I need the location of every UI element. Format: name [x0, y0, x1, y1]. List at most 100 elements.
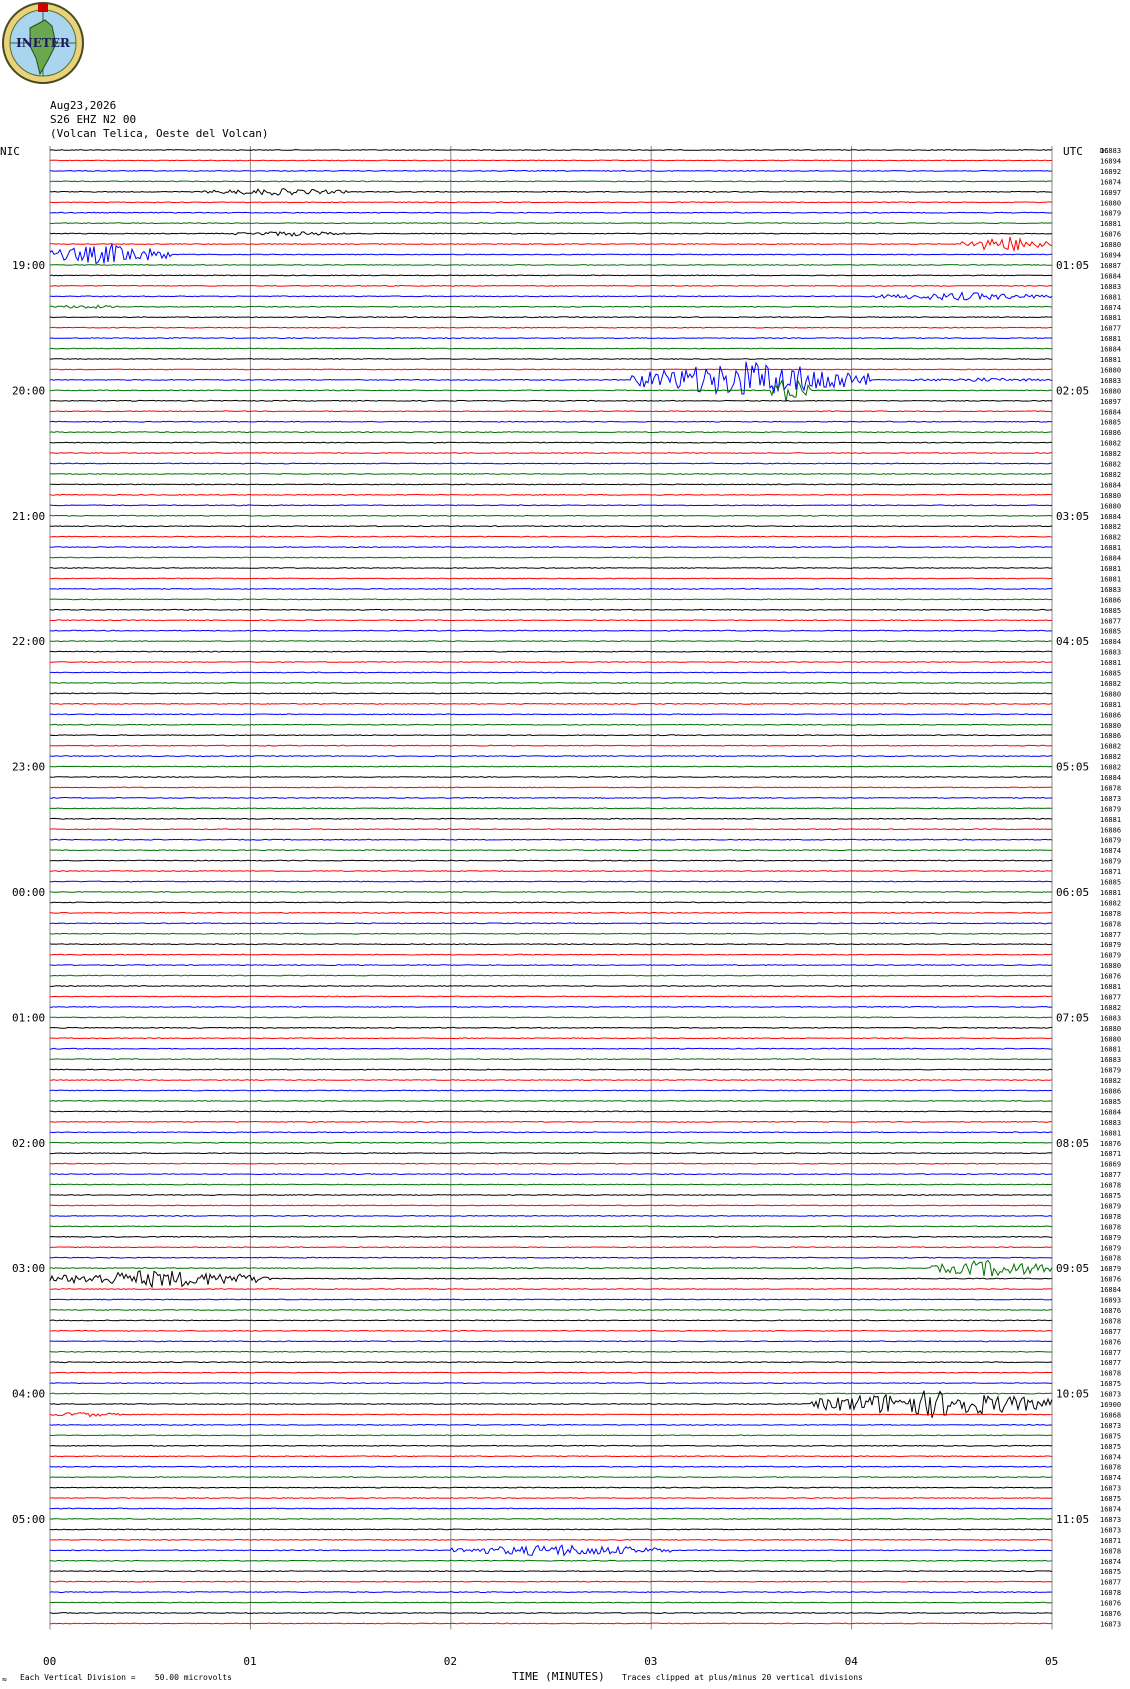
trace-40 [49, 567, 1053, 569]
trace-104 [49, 1235, 1052, 1238]
right-time-label: 10:05 [1056, 1388, 1089, 1401]
x-tick-label: 01 [243, 1655, 256, 1668]
trace-47 [49, 640, 1053, 643]
right-time-label: 03:05 [1056, 510, 1089, 523]
trace-15 [49, 304, 1053, 310]
dc-offset-90: 16886 [1100, 1088, 1121, 1096]
dc-offset-29: 16882 [1100, 450, 1121, 458]
dc-offset-124: 16875 [1100, 1443, 1121, 1451]
dc-offset-32: 16884 [1100, 481, 1121, 489]
left-time-label: 02:00 [12, 1137, 45, 1150]
dc-offset-71: 16881 [1100, 889, 1121, 897]
dc-offset-9: 16880 [1100, 241, 1121, 249]
seismogram-plot: 16883 16894 16892 16874 16897 16880 16879 16881… [0, 145, 1121, 1684]
dc-offset-119: 16873 [1100, 1391, 1121, 1399]
x-tick-label: 05 [1045, 1655, 1058, 1668]
trace-41 [49, 577, 1052, 580]
dc-offset-107: 16879 [1100, 1265, 1121, 1273]
dc-offset-94: 16881 [1100, 1129, 1121, 1137]
dc-offset-10: 16894 [1100, 252, 1121, 260]
dc-offset-133: 16871 [1100, 1537, 1121, 1545]
trace-28 [49, 441, 1053, 444]
dc-offset-48: 16883 [1100, 649, 1121, 657]
trace-4 [49, 188, 1052, 196]
dc-offset-138: 16878 [1100, 1589, 1121, 1597]
right-time-label: 04:05 [1056, 635, 1089, 648]
dc-offset-57: 16882 [1100, 743, 1121, 751]
trace-125 [49, 1455, 1053, 1458]
dc-offset-74: 16878 [1100, 920, 1121, 928]
dc-offset-78: 16880 [1100, 962, 1121, 970]
trace-139 [49, 1601, 1053, 1604]
dc-offset-70: 16885 [1100, 879, 1121, 887]
trace-135 [50, 1559, 1053, 1562]
dc-offset-18: 16881 [1100, 335, 1121, 343]
right-time-label: 11:05 [1056, 1513, 1089, 1526]
dc-offset-126: 16878 [1100, 1464, 1121, 1472]
trace-20 [49, 358, 1053, 360]
dc-offset-25: 16884 [1100, 408, 1121, 416]
dc-offset-12: 16884 [1100, 272, 1121, 280]
dc-offset-27: 16886 [1100, 429, 1121, 437]
trace-93 [49, 1120, 1053, 1123]
trace-55 [50, 723, 1053, 726]
trace-76 [49, 943, 1053, 946]
trace-108 [49, 1269, 1053, 1289]
dc-offset-104: 16879 [1100, 1234, 1121, 1242]
trace-98 [49, 1173, 1053, 1176]
trace-57 [49, 744, 1052, 747]
dc-offset-101: 16879 [1100, 1202, 1121, 1210]
trace-67 [49, 849, 1052, 852]
trace-18 [49, 337, 1053, 340]
trace-68 [49, 859, 1053, 862]
dc-offset-60: 16884 [1100, 774, 1121, 782]
dc-offset-80: 16881 [1100, 983, 1121, 991]
trace-24 [49, 399, 1053, 402]
dc-offset-43: 16886 [1100, 596, 1121, 604]
dc-offset-3: 16874 [1100, 178, 1121, 186]
trace-23 [49, 379, 1053, 402]
dc-offset-82: 16882 [1100, 1004, 1121, 1012]
trace-58 [49, 755, 1053, 758]
trace-56 [49, 734, 1053, 737]
dc-offset-95: 16876 [1100, 1140, 1121, 1148]
trace-136 [49, 1570, 1053, 1573]
dc-offset-7: 16881 [1100, 220, 1121, 228]
dc-offset-108: 16876 [1100, 1276, 1121, 1284]
left-time-label: 21:00 [12, 510, 45, 523]
dc-offset-96: 16871 [1100, 1150, 1121, 1158]
dc-offset-26: 16885 [1100, 419, 1121, 427]
trace-75 [49, 932, 1052, 935]
trace-0 [49, 149, 1053, 151]
dc-offset-125: 16874 [1100, 1453, 1121, 1461]
trace-34 [49, 504, 1053, 507]
dc-offset-130: 16874 [1100, 1506, 1121, 1514]
trace-107 [49, 1259, 1053, 1277]
dc-offset-63: 16879 [1100, 805, 1121, 813]
trace-31 [49, 473, 1052, 475]
dc-offset-11: 16887 [1100, 262, 1121, 270]
right-time-label: 07:05 [1056, 1011, 1089, 1024]
scale-note: Each Vertical Division = 50.00 microvolt… [20, 1673, 232, 1682]
grid-lines [49, 146, 1053, 1630]
dc-offset-135: 16874 [1100, 1558, 1121, 1566]
left-time-label: 04:00 [12, 1388, 45, 1401]
dc-offset-41: 16881 [1100, 576, 1121, 584]
trace-43 [49, 598, 1053, 601]
trace-116 [49, 1361, 1053, 1364]
trace-138 [49, 1591, 1053, 1594]
dc-offset-22: 16883 [1100, 377, 1121, 385]
trace-91 [49, 1100, 1053, 1102]
trace-129 [49, 1497, 1052, 1499]
trace-49 [49, 661, 1053, 663]
trace-group: 16883 16894 16892 16874 16897 16880 16879 16881… [49, 147, 1121, 1628]
dc-offset-6: 16879 [1100, 210, 1121, 218]
trace-81 [49, 995, 1053, 998]
trace-71 [49, 891, 1053, 893]
trace-29 [49, 452, 1053, 454]
dc-offset-54: 16886 [1100, 711, 1121, 719]
left-time-label: 01:00 [12, 1011, 45, 1024]
dc-offset-100: 16875 [1100, 1192, 1121, 1200]
trace-130 [49, 1507, 1053, 1510]
trace-8 [49, 231, 1053, 237]
